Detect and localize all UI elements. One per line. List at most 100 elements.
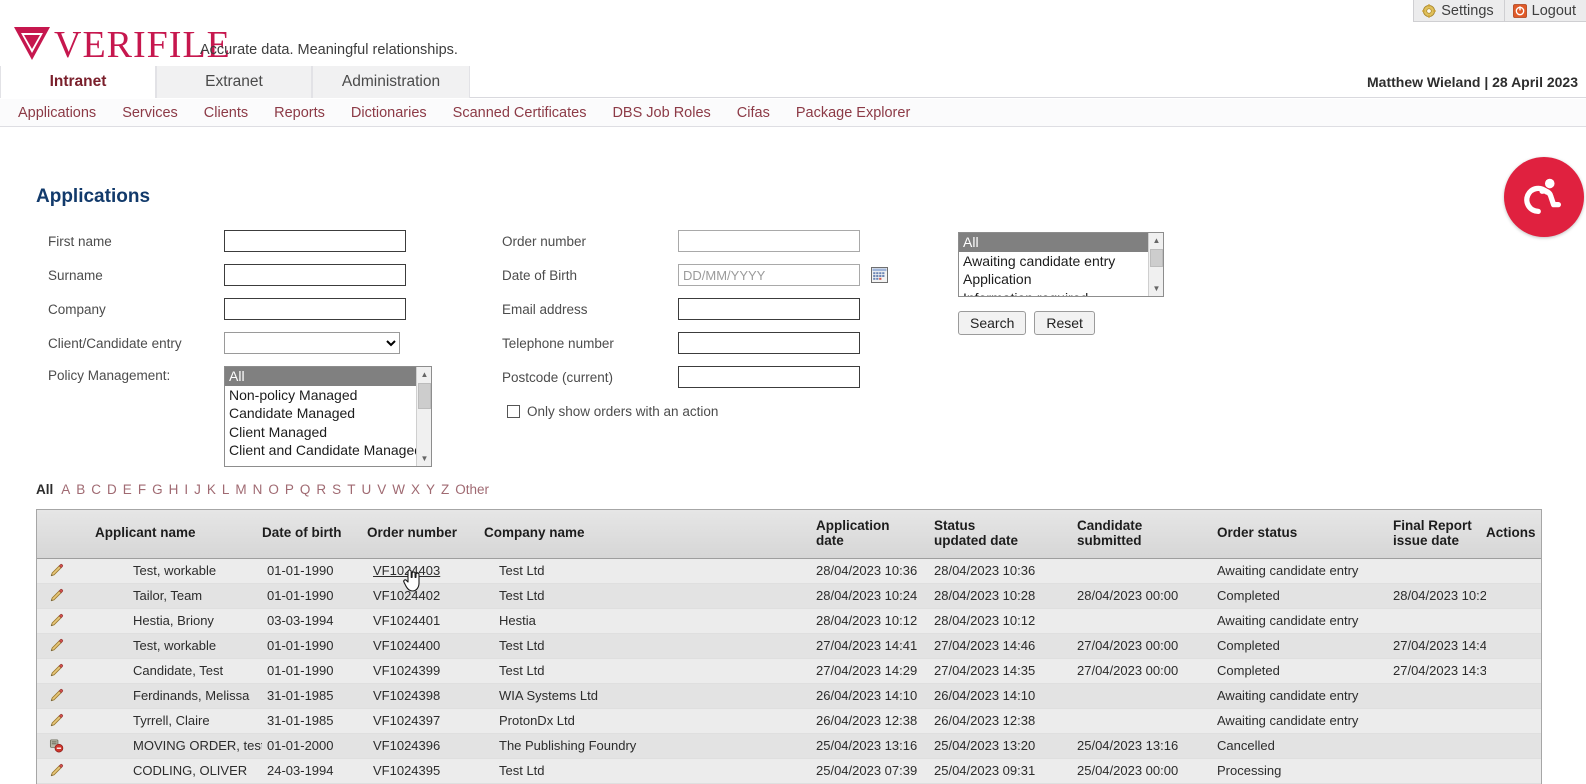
search-button[interactable]: Search [958,311,1027,335]
alpha-n[interactable]: N [253,482,263,497]
alpha-y[interactable]: Y [426,482,435,497]
nav-services[interactable]: Services [122,105,178,121]
pencil-icon[interactable] [49,688,64,703]
settings-button[interactable]: Settings [1413,0,1504,22]
alpha-p[interactable]: P [285,482,294,497]
nav-applications[interactable]: Applications [18,105,96,121]
nav-package-explorer[interactable]: Package Explorer [796,105,910,121]
status-scroll-down-icon[interactable]: ▼ [1149,281,1163,296]
table-row[interactable]: Test, workable 01-01-1990 VF1024400 Test Lt… [37,633,1541,659]
status-option-application[interactable]: Application [959,270,1163,289]
policy-option-nonpolicy[interactable]: Non-policy Managed [225,386,431,405]
table-row[interactable]: Candidate, Test 01-01-1990 VF1024399 Test L… [37,658,1541,684]
policy-management-listbox[interactable]: All Non-policy Managed Candidate Managed… [224,366,432,467]
pencil-icon[interactable] [49,713,64,728]
alpha-b[interactable]: B [76,482,85,497]
scroll-thumb[interactable] [418,383,431,409]
alpha-e[interactable]: E [123,482,132,497]
pencil-icon[interactable] [49,763,64,778]
alpha-u[interactable]: U [361,482,371,497]
alpha-other[interactable]: Other [455,482,489,497]
col-applicant-name[interactable]: Applicant name [95,510,262,559]
surname-input[interactable] [224,264,406,286]
first-name-input[interactable] [224,230,406,252]
alpha-q[interactable]: Q [300,482,311,497]
col-order-status[interactable]: Order status [1217,510,1393,559]
pencil-icon[interactable] [49,638,64,653]
logout-button[interactable]: Logout [1503,0,1586,22]
order-number-link[interactable]: VF1024403 [373,563,440,578]
pencil-icon[interactable] [49,563,64,578]
alpha-m[interactable]: M [235,482,246,497]
cancelled-order-icon[interactable] [49,738,64,753]
telephone-number-input[interactable] [678,332,860,354]
alpha-o[interactable]: O [268,482,279,497]
alpha-z[interactable]: Z [441,482,449,497]
status-listbox-scrollbar[interactable]: ▲ ▼ [1148,233,1163,296]
col-application-date[interactable]: Application date [816,510,934,559]
nav-reports[interactable]: Reports [274,105,325,121]
pencil-icon[interactable] [49,588,64,603]
status-filter-listbox[interactable]: All Awaiting candidate entry Application… [958,232,1164,297]
table-row[interactable]: Test, workable 01-01-1990 VF1024403 Test Lt… [37,558,1541,584]
alpha-v[interactable]: V [377,482,386,497]
brand-logo[interactable]: VERIFILE [12,24,231,64]
col-order-number[interactable]: Order number [367,510,484,559]
alpha-w[interactable]: W [392,482,405,497]
nav-dbs-job-roles[interactable]: DBS Job Roles [612,105,710,121]
alpha-c[interactable]: C [91,482,101,497]
alpha-j[interactable]: J [194,482,201,497]
tab-administration[interactable]: Administration [312,66,470,98]
alpha-x[interactable]: X [411,482,420,497]
policy-option-all[interactable]: All [225,367,431,386]
cell-order-number[interactable]: VF1024403 [367,558,484,584]
policy-option-candidate[interactable]: Candidate Managed [225,404,431,423]
alpha-all[interactable]: All [36,482,53,497]
policy-option-client-and-candidate[interactable]: Client and Candidate Managed [225,441,431,460]
nav-dictionaries[interactable]: Dictionaries [351,105,427,121]
alpha-g[interactable]: G [152,482,163,497]
alpha-r[interactable]: R [316,482,326,497]
scroll-up-icon[interactable]: ▲ [417,367,431,382]
alpha-i[interactable]: I [184,482,188,497]
col-final-report-issue-date[interactable]: Final Report issue date [1393,510,1486,559]
pencil-icon[interactable] [49,663,64,678]
policy-option-client[interactable]: Client Managed [225,423,431,442]
status-scroll-thumb[interactable] [1150,249,1163,267]
table-row[interactable]: Hestia, Briony 03-03-1994 VF1024401 Hestia 2… [37,608,1541,634]
table-row[interactable]: Ferdinands, Melissa 31-01-1985 VF1024398 WI… [37,683,1541,709]
pencil-icon[interactable] [49,613,64,628]
status-option-info-required[interactable]: Information required [959,289,1163,297]
alpha-s[interactable]: S [332,482,341,497]
status-option-awaiting[interactable]: Awaiting candidate entry [959,252,1163,271]
only-show-action-checkbox[interactable] [507,405,520,418]
tab-intranet[interactable]: Intranet [0,66,156,98]
nav-clients[interactable]: Clients [204,105,248,121]
col-date-of-birth[interactable]: Date of birth [262,510,367,559]
table-row[interactable]: Tailor, Team 01-01-1990 VF1024402 Test Ltd 2… [37,583,1541,609]
nav-scanned-certificates[interactable]: Scanned Certificates [453,105,587,121]
alpha-f[interactable]: F [138,482,146,497]
col-status-updated-date[interactable]: Status updated date [934,510,1077,559]
reset-button[interactable]: Reset [1034,311,1095,335]
alpha-t[interactable]: T [347,482,355,497]
table-row[interactable]: CODLING, OLIVER 24-03-1994 VF1024395 Test L… [37,758,1541,784]
scroll-down-icon[interactable]: ▼ [417,451,431,466]
date-of-birth-input[interactable] [678,264,860,286]
alpha-a[interactable]: A [61,482,70,497]
alpha-l[interactable]: L [222,482,230,497]
status-scroll-up-icon[interactable]: ▲ [1149,233,1163,248]
order-number-input[interactable] [678,230,860,252]
status-option-all[interactable]: All [959,233,1163,252]
table-row[interactable]: Tyrrell, Claire 31-01-1985 VF1024397 Proton… [37,708,1541,734]
postcode-input[interactable] [678,366,860,388]
client-candidate-entry-select[interactable] [224,332,400,354]
tab-extranet[interactable]: Extranet [156,66,312,98]
email-address-input[interactable] [678,298,860,320]
alpha-d[interactable]: D [107,482,117,497]
company-input[interactable] [224,298,406,320]
table-row[interactable]: MOVING ORDER, test 01-01-2000 VF1024396 The… [37,733,1541,759]
calendar-icon[interactable] [871,267,888,283]
col-company-name[interactable]: Company name [484,510,816,559]
nav-cifas[interactable]: Cifas [737,105,770,121]
